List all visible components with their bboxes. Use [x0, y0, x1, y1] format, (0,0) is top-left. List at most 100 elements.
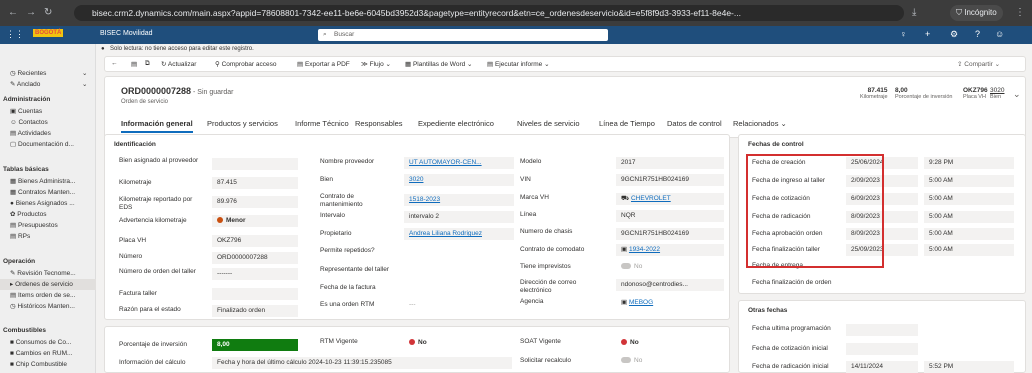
app-name[interactable]: BISEC Movilidad	[100, 30, 153, 37]
tab-informacion-general[interactable]: Información general	[121, 119, 193, 133]
field-linea[interactable]: NQR	[616, 210, 724, 222]
field-bien-asignado[interactable]	[212, 158, 298, 170]
field-contrato-mantenimiento[interactable]: 1518-2023	[404, 194, 514, 206]
tab-datos-control[interactable]: Datos de control	[667, 119, 722, 128]
solicitar-recalculo-toggle[interactable]: No	[616, 355, 696, 367]
field-link[interactable]: 1518-2023	[409, 196, 440, 203]
time-field[interactable]: 5:52 PM	[924, 361, 1014, 373]
field-orden-rtm[interactable]: ---	[404, 299, 514, 311]
field-propietario[interactable]: Andrea Liliana Rodriguez	[404, 228, 514, 240]
porcentaje-inversion-value[interactable]: 8,00	[212, 339, 298, 351]
header-field-value[interactable]: 3020	[990, 87, 1004, 94]
address-bar[interactable]: bisec.crm2.dynamics.com/main.aspx?appid=…	[74, 5, 904, 21]
sidebar-item[interactable]: ■ Chip Combustible	[0, 359, 96, 370]
field-numero-orden-taller[interactable]: -------	[212, 268, 298, 280]
sidebar-item[interactable]: ✎ Revisión Tecnome...	[0, 268, 96, 279]
sidebar-item[interactable]: ✿ Productos	[0, 209, 96, 220]
back-button[interactable]: ←	[111, 60, 118, 67]
sidebar-item[interactable]: ▤ Presupuestos	[0, 220, 96, 231]
rtm-vigente-value[interactable]: No	[404, 337, 484, 349]
sidebar-item[interactable]: ▤ Items orden de se...	[0, 290, 96, 301]
check-access-button[interactable]: ⚲ Comprobar acceso	[215, 60, 277, 68]
tab-responsables[interactable]: Responsables	[355, 119, 403, 128]
time-field[interactable]: 9:28 PM	[924, 157, 1014, 169]
tab-productos-servicios[interactable]: Productos y servicios	[207, 119, 278, 128]
field-vin[interactable]: 9GCN1R751HB024169	[616, 174, 724, 186]
header-field-bien[interactable]: 3020 Bien	[990, 87, 1004, 100]
menu-icon[interactable]: ⋮	[1015, 7, 1025, 18]
date-field[interactable]	[846, 279, 918, 291]
popout-icon[interactable]: ⧉	[145, 60, 150, 68]
field-correo[interactable]: ndonoso@centrodies...	[616, 279, 724, 291]
field-razon-estado[interactable]: Finalizado orden	[212, 305, 298, 317]
reload-icon[interactable]: ↻	[44, 7, 52, 18]
field-chasis[interactable]: 9GCN1R751HB024169	[616, 228, 724, 240]
field-link[interactable]: 1934-2022	[629, 246, 660, 253]
field-factura-taller[interactable]	[212, 288, 298, 300]
sidebar-item[interactable]: ● Bienes Asignados ...	[0, 198, 96, 209]
time-field[interactable]: 5:00 AM	[924, 193, 1014, 205]
sidebar-item-anclado[interactable]: ✎ Anclado ⌄	[0, 79, 96, 90]
time-field[interactable]: 5:00 AM	[924, 211, 1014, 223]
word-templates-button[interactable]: ▦ Plantillas de Word ⌄	[405, 60, 473, 68]
field-imprevistos[interactable]: No	[616, 261, 724, 273]
share-button[interactable]: ⇪ Compartir ⌄	[957, 60, 1000, 68]
sidebar-item-recientes[interactable]: ◷ Recientes ⌄	[0, 68, 96, 79]
sidebar-item-ordenes-servicio[interactable]: ▸ Ordenes de servicio	[0, 279, 96, 290]
field-link[interactable]: CHEVROLET	[631, 195, 671, 202]
sidebar-item[interactable]: ☺ Contactos	[0, 117, 96, 128]
field-advertencia-kilometraje[interactable]: Menor	[212, 215, 298, 227]
chat-icon[interactable]: ☺	[995, 29, 1004, 39]
tab-relacionados[interactable]: Relacionados ⌄	[733, 119, 787, 128]
incognito-badge[interactable]: ⛉ Incógnito	[950, 5, 1003, 21]
sidebar-item[interactable]: ▤ Actividades	[0, 128, 96, 139]
date-field[interactable]	[846, 324, 918, 336]
flow-button[interactable]: ≫ Flujo ⌄	[361, 60, 391, 68]
sidebar-item[interactable]: ▣ Cuentas	[0, 106, 96, 117]
form-icon[interactable]: ▤	[131, 60, 137, 68]
time-field[interactable]: 5:00 AM	[924, 228, 1014, 240]
sidebar-item[interactable]: ▢ Documentación d...	[0, 139, 96, 150]
export-pdf-button[interactable]: ▤ Exportar a PDF	[297, 60, 350, 68]
time-field[interactable]: 5:00 AM	[924, 244, 1014, 256]
chevron-down-icon[interactable]: ⌄	[1013, 89, 1021, 100]
field-link[interactable]: UT AUTOMAYOR-CEN...	[409, 159, 482, 166]
field-kilometraje-eds[interactable]: 89.976	[212, 196, 298, 208]
sidebar-item[interactable]: ■ Cambios en RUM...	[0, 348, 96, 359]
field-kilometraje[interactable]: 87.415	[212, 177, 298, 189]
plus-icon[interactable]: +	[925, 29, 930, 39]
download-icon[interactable]: ⤓	[912, 7, 916, 18]
help-icon[interactable]: ?	[975, 29, 980, 39]
field-bien[interactable]: 3020	[404, 174, 514, 186]
field-nombre-proveedor[interactable]: UT AUTOMAYOR-CEN...	[404, 157, 514, 169]
tab-niveles-servicio[interactable]: Niveles de servicio	[517, 119, 580, 128]
tab-expediente-electronico[interactable]: Expediente electrónico	[418, 119, 494, 128]
run-report-button[interactable]: ▤ Ejecutar informe ⌄	[487, 60, 550, 68]
sidebar-item[interactable]: ▤ RPs	[0, 231, 96, 242]
time-field[interactable]: 5:00 AM	[924, 175, 1014, 187]
field-agencia[interactable]: ▣ MEBOG	[616, 297, 724, 309]
sidebar-item[interactable]: ▦ Bienes Administra...	[0, 176, 96, 187]
sidebar-item[interactable]: ■ Consumos de Co...	[0, 337, 96, 348]
date-field[interactable]: 14/11/2024	[846, 361, 918, 373]
back-icon[interactable]: ←	[8, 7, 18, 18]
field-contrato-comodato[interactable]: ▣ 1934-2022	[616, 244, 724, 256]
lightbulb-icon[interactable]: ♀	[900, 29, 907, 39]
settings-icon[interactable]: ⚙	[950, 29, 958, 40]
field-modelo[interactable]: 2017	[616, 157, 724, 169]
soat-vigente-value[interactable]: No	[616, 337, 696, 349]
info-calculo-value[interactable]: Fecha y hora del último cálculo 2024-10-…	[212, 357, 512, 369]
refresh-button[interactable]: ↻ Actualizar	[161, 60, 196, 68]
tab-informe-tecnico[interactable]: Informe Técnico	[295, 119, 349, 128]
field-numero[interactable]: ORD0000007288	[212, 252, 298, 264]
sidebar-item[interactable]: ◷ Históricos Manten...	[0, 301, 96, 312]
date-field[interactable]	[846, 343, 918, 355]
field-intervalo[interactable]: intervalo 2	[404, 211, 514, 223]
field-marca[interactable]: ⛟ CHEVROLET	[616, 193, 724, 205]
field-link[interactable]: 3020	[409, 176, 423, 183]
field-link[interactable]: MEBOG	[629, 299, 653, 306]
tab-linea-tiempo[interactable]: Línea de Tiempo	[599, 119, 655, 128]
forward-icon[interactable]: →	[26, 7, 36, 18]
field-placa[interactable]: OKZ796	[212, 235, 298, 247]
sidebar-item[interactable]: ▦ Contratos Manten...	[0, 187, 96, 198]
